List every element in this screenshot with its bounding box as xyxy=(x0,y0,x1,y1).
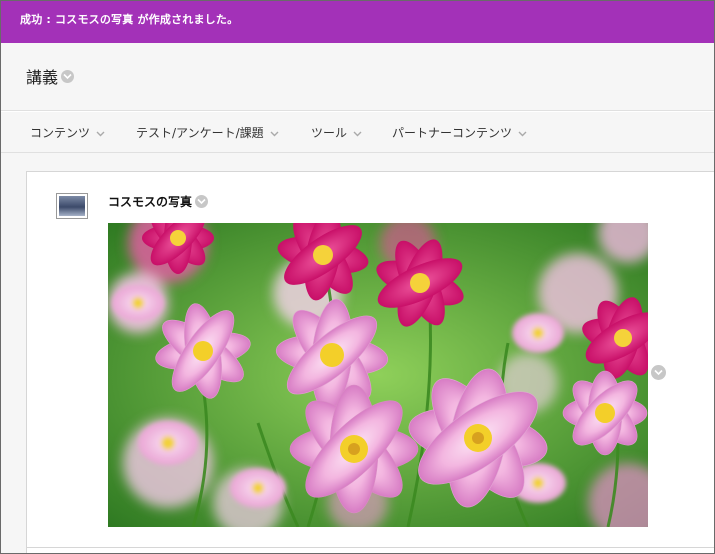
menu-partner-label: パートナーコンテンツ xyxy=(392,126,513,140)
course-title-label: 講義 xyxy=(26,68,59,87)
cosmos-photo xyxy=(108,223,648,527)
chevron-down-icon xyxy=(270,131,279,136)
divider xyxy=(26,547,715,548)
menu-tools[interactable]: ツール xyxy=(311,124,362,141)
menu-partner-contents[interactable]: パートナーコンテンツ xyxy=(392,124,527,141)
menu-tools-label: ツール xyxy=(311,126,348,140)
success-banner: 成功 : コスモスの写真 が作成されました。 xyxy=(0,0,715,43)
image-thumbnail-icon xyxy=(56,193,88,219)
item-options-chevron-icon[interactable] xyxy=(651,365,666,380)
menu-tests-surveys-assignments[interactable]: テスト/アンケート/課題 xyxy=(136,124,279,141)
chevron-down-icon[interactable] xyxy=(195,195,209,208)
item-title-label: コスモスの写真 xyxy=(108,195,193,209)
course-header: 講義 xyxy=(0,43,715,111)
course-title[interactable]: 講義 xyxy=(26,64,75,88)
menu-contents[interactable]: コンテンツ xyxy=(30,124,105,141)
menu-contents-label: コンテンツ xyxy=(30,126,91,140)
content-area: コスモスの写真 xyxy=(0,153,715,554)
item-title[interactable]: コスモスの写真 xyxy=(108,193,209,210)
chevron-down-icon xyxy=(96,131,105,136)
chevron-down-icon xyxy=(518,131,527,136)
chevron-down-icon[interactable] xyxy=(61,69,75,83)
content-item: コスモスの写真 xyxy=(26,171,715,554)
chevron-down-icon xyxy=(353,131,362,136)
menu-tests-label: テスト/アンケート/課題 xyxy=(136,126,264,140)
content-menubar: コンテンツ テスト/アンケート/課題 ツール パートナーコンテンツ xyxy=(0,112,715,153)
success-message: 成功 : コスモスの写真 が作成されました。 xyxy=(20,13,239,26)
